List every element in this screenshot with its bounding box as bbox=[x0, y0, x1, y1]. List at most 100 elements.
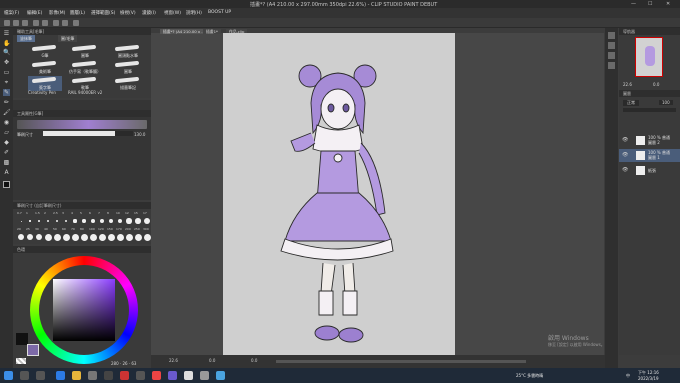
deselect-icon[interactable] bbox=[73, 20, 79, 26]
layer-row[interactable]: 👁 紙張 bbox=[619, 164, 680, 177]
brush-size-cell[interactable]: 30 bbox=[35, 227, 43, 243]
minimize-button[interactable]: — bbox=[631, 1, 636, 7]
brush-size-cell[interactable]: 15 bbox=[134, 211, 142, 227]
brush-item[interactable]: 圓筆 bbox=[111, 60, 145, 75]
brush-item[interactable]: 圓頭點水筆 bbox=[111, 44, 145, 59]
pen-tool-icon[interactable]: ✎ bbox=[3, 89, 10, 96]
brush-size-cell[interactable]: 170 bbox=[116, 227, 124, 243]
canvas-paper[interactable] bbox=[223, 33, 455, 356]
app-icon[interactable] bbox=[136, 371, 145, 380]
brush-size-cell[interactable]: 20 bbox=[17, 227, 25, 243]
menu-layer[interactable]: 圖層(L) bbox=[70, 10, 85, 16]
brush-size-cell[interactable]: 50 bbox=[53, 227, 61, 243]
app-icon[interactable] bbox=[104, 371, 113, 380]
tab-document[interactable]: 插畫1* bbox=[203, 29, 221, 34]
brush-size-cell[interactable]: 300 bbox=[143, 227, 151, 243]
brush-size-cell[interactable]: 8 bbox=[107, 211, 115, 227]
weather-text[interactable]: 25°C 多雲時晴 bbox=[516, 373, 543, 379]
brush-item[interactable]: 仿手寫（軟筆觸） bbox=[68, 60, 102, 75]
main-color-swatch[interactable] bbox=[27, 344, 39, 356]
navigator-preview[interactable] bbox=[635, 37, 663, 77]
brush-size-cell[interactable]: 6 bbox=[89, 211, 97, 227]
brush-size-cell[interactable]: 80 bbox=[80, 227, 88, 243]
tab-brush-set-2[interactable]: 圓/毛筆 bbox=[58, 35, 78, 42]
menu-edit[interactable]: 編輯(E) bbox=[27, 10, 42, 16]
brush-label[interactable]: Creativity Pen bbox=[28, 90, 56, 95]
brush-tool-icon[interactable]: 🖌 bbox=[3, 109, 11, 116]
brush-size-cell[interactable]: 60 bbox=[62, 227, 70, 243]
brush-size-cell[interactable]: 25 bbox=[26, 227, 34, 243]
brush-item[interactable]: 美術筆 bbox=[28, 60, 62, 75]
rotation-angle[interactable]: 0.0 bbox=[209, 358, 215, 363]
language-indicator[interactable]: 中 bbox=[626, 373, 630, 379]
app-icon[interactable] bbox=[120, 371, 129, 380]
brush-size-cell[interactable]: 100 bbox=[89, 227, 97, 243]
brush-size-value[interactable]: 130.0 bbox=[134, 132, 145, 137]
brush-item[interactable]: 軟筆 bbox=[68, 76, 102, 91]
close-button[interactable]: ✕ bbox=[666, 1, 670, 7]
new-file-icon[interactable] bbox=[4, 20, 10, 26]
menu-selection[interactable]: 選擇範圍(S) bbox=[91, 10, 115, 16]
blend-mode-select[interactable]: 正常 bbox=[623, 100, 639, 106]
move-tool-icon[interactable]: ✥ bbox=[3, 59, 10, 66]
transparent-color-swatch[interactable] bbox=[16, 358, 26, 364]
save-icon[interactable] bbox=[22, 20, 28, 26]
eraser-tool-icon[interactable]: ▱ bbox=[3, 129, 10, 136]
brush-item[interactable]: 描墨筆記 bbox=[111, 76, 145, 91]
brush-size-cell[interactable]: 12 bbox=[125, 211, 133, 227]
tab-brush-set-1[interactable]: 塗抹筆 bbox=[17, 35, 35, 42]
brush-size-cell[interactable]: 2.5 bbox=[53, 211, 61, 227]
app-icon[interactable] bbox=[200, 371, 209, 380]
menu-view[interactable]: 檢視(V) bbox=[120, 10, 136, 16]
brush-label[interactable]: RAIL 94000ER v2 bbox=[68, 90, 102, 95]
zoom-level[interactable]: 22.6 bbox=[169, 358, 178, 363]
menu-filter[interactable]: 濾鏡(I) bbox=[142, 10, 156, 16]
brush-size-cell[interactable]: 3 bbox=[62, 211, 70, 227]
open-icon[interactable] bbox=[13, 20, 19, 26]
brush-size-cell[interactable]: 120 bbox=[98, 227, 106, 243]
redo-icon[interactable] bbox=[42, 20, 48, 26]
sub-view-icon[interactable] bbox=[608, 42, 615, 49]
navigator-zoom[interactable]: 22.6 bbox=[623, 82, 632, 87]
brush-size-cell[interactable]: 4 bbox=[71, 211, 79, 227]
search-icon[interactable] bbox=[608, 62, 615, 69]
brush-size-cell[interactable]: 1 bbox=[26, 211, 34, 227]
brush-size-cell[interactable]: 10 bbox=[116, 211, 124, 227]
brush-size-cell[interactable]: 1.5 bbox=[35, 211, 43, 227]
eyedropper-tool-icon[interactable]: ⌖ bbox=[3, 79, 10, 86]
brush-size-cell[interactable]: 5 bbox=[80, 211, 88, 227]
explorer-icon[interactable] bbox=[72, 371, 81, 380]
transform-icon[interactable] bbox=[62, 20, 68, 26]
info-icon[interactable] bbox=[608, 52, 615, 59]
color-wheel[interactable] bbox=[30, 256, 138, 364]
eye-icon[interactable]: 👁 bbox=[622, 167, 628, 173]
pencil-tool-icon[interactable]: ✏ bbox=[3, 99, 10, 106]
store-icon[interactable] bbox=[88, 371, 97, 380]
brush-size-cell[interactable]: 150 bbox=[107, 227, 115, 243]
horizontal-scrollbar[interactable] bbox=[276, 360, 526, 363]
opacity-value[interactable]: 100 bbox=[659, 100, 673, 105]
selection-tool-icon[interactable]: ▭ bbox=[3, 69, 10, 76]
menu-window[interactable]: 視窗(W) bbox=[164, 10, 181, 16]
chrome-icon[interactable] bbox=[152, 371, 161, 380]
brush-size-cell[interactable]: 0.7 bbox=[17, 211, 25, 227]
airbrush-tool-icon[interactable]: ◉ bbox=[3, 119, 10, 126]
navigator-icon[interactable] bbox=[608, 32, 615, 39]
saturation-value-square[interactable] bbox=[53, 279, 115, 341]
blend-tool-icon[interactable]: ◆ bbox=[3, 139, 10, 146]
search-icon[interactable] bbox=[20, 371, 29, 380]
hand-tool-icon[interactable]: ✋ bbox=[3, 40, 10, 47]
clear-icon[interactable] bbox=[53, 20, 59, 26]
maximize-button[interactable]: ☐ bbox=[648, 1, 652, 7]
brush-size-cell[interactable]: 250 bbox=[134, 227, 142, 243]
brush-size-slider[interactable] bbox=[43, 131, 133, 136]
zoom-tool-icon[interactable]: 🔍 bbox=[3, 49, 10, 56]
fill-tool-icon[interactable]: ▩ bbox=[3, 159, 10, 166]
text-tool-icon[interactable]: A bbox=[3, 169, 10, 176]
navigator-angle[interactable]: 0.0 bbox=[653, 82, 659, 87]
brush-size-cell[interactable]: 7 bbox=[98, 211, 106, 227]
brush-size-cell[interactable]: 70 bbox=[71, 227, 79, 243]
undo-icon[interactable] bbox=[33, 20, 39, 26]
line-tool-icon[interactable]: ✐ bbox=[3, 149, 10, 156]
layer-row-selected[interactable]: 👁 100 % 普通 圖層 1 bbox=[619, 149, 680, 162]
